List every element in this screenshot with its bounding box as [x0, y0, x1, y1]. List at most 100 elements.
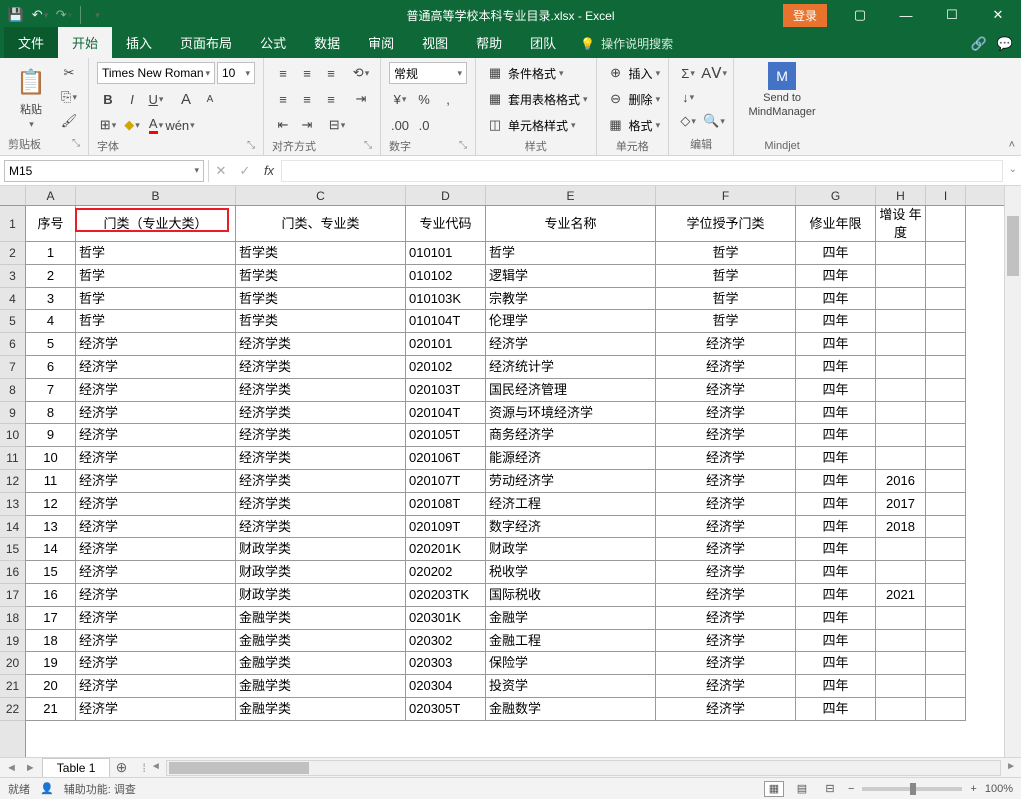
- cell[interactable]: 逻辑学: [486, 265, 656, 288]
- header-cell[interactable]: [926, 206, 966, 242]
- cell[interactable]: [876, 402, 926, 425]
- cell[interactable]: 经济学: [76, 356, 236, 379]
- cell[interactable]: [926, 447, 966, 470]
- cell[interactable]: 哲学类: [236, 242, 406, 265]
- cell[interactable]: 020305T: [406, 698, 486, 721]
- cell[interactable]: [926, 402, 966, 425]
- sort-filter-icon[interactable]: Aᐯ▾: [703, 62, 725, 84]
- name-box[interactable]: M15▾: [4, 160, 204, 182]
- row-header[interactable]: 6: [0, 333, 25, 356]
- cell[interactable]: 010104T: [406, 310, 486, 333]
- cell[interactable]: 4: [26, 310, 76, 333]
- cell[interactable]: [926, 516, 966, 539]
- cell[interactable]: 税收学: [486, 561, 656, 584]
- comma-icon[interactable]: ,: [437, 88, 459, 110]
- cell[interactable]: 6: [26, 356, 76, 379]
- cell[interactable]: 7: [26, 379, 76, 402]
- cell[interactable]: 四年: [796, 402, 876, 425]
- cell[interactable]: [876, 242, 926, 265]
- cell[interactable]: 经济学: [76, 630, 236, 653]
- cell[interactable]: 经济学: [656, 424, 796, 447]
- zoom-in-icon[interactable]: +: [970, 783, 976, 795]
- expand-formula-bar-icon[interactable]: ⌄: [1009, 164, 1017, 175]
- cell[interactable]: [876, 356, 926, 379]
- cell[interactable]: 宗教学: [486, 288, 656, 311]
- minimize-icon[interactable]: ―: [883, 0, 929, 30]
- cell[interactable]: 劳动经济学: [486, 470, 656, 493]
- cell[interactable]: [876, 652, 926, 675]
- cell[interactable]: 2017: [876, 493, 926, 516]
- cell[interactable]: 13: [26, 516, 76, 539]
- fx-icon[interactable]: fx: [257, 160, 281, 182]
- cell[interactable]: 哲学类: [236, 288, 406, 311]
- cell[interactable]: 经济学: [76, 493, 236, 516]
- cell[interactable]: 四年: [796, 493, 876, 516]
- cell[interactable]: 12: [26, 493, 76, 516]
- tab-insert[interactable]: 插入: [112, 27, 166, 58]
- sheet-nav-next-icon[interactable]: ►: [25, 762, 36, 774]
- cell[interactable]: 四年: [796, 538, 876, 561]
- cells-area[interactable]: 序号 门类（专业大类） 门类、专业类 专业代码 专业名称 学位授予门类 修业年限…: [26, 206, 1004, 757]
- cell[interactable]: 经济学: [656, 561, 796, 584]
- cell[interactable]: 经济学: [656, 698, 796, 721]
- login-button[interactable]: 登录: [783, 4, 827, 27]
- cell[interactable]: 四年: [796, 310, 876, 333]
- tab-review[interactable]: 审阅: [354, 27, 408, 58]
- row-header[interactable]: 12: [0, 470, 25, 493]
- cell[interactable]: 四年: [796, 652, 876, 675]
- cell[interactable]: 财政学类: [236, 538, 406, 561]
- row-header[interactable]: 15: [0, 538, 25, 561]
- col-header[interactable]: I: [926, 186, 966, 205]
- cell[interactable]: 保险学: [486, 652, 656, 675]
- cell[interactable]: 经济学类: [236, 424, 406, 447]
- view-page-break-icon[interactable]: ⊟: [820, 781, 840, 797]
- cell[interactable]: 17: [26, 607, 76, 630]
- tab-layout[interactable]: 页面布局: [166, 27, 246, 58]
- cell[interactable]: 金融学类: [236, 698, 406, 721]
- col-header[interactable]: C: [236, 186, 406, 205]
- cell[interactable]: 财政学类: [236, 561, 406, 584]
- cell[interactable]: 经济学: [656, 333, 796, 356]
- cut-icon[interactable]: ✂: [58, 62, 80, 84]
- paste-button[interactable]: 📋 粘贴 ▾: [8, 62, 54, 134]
- view-page-layout-icon[interactable]: ▤: [792, 781, 812, 797]
- underline-button[interactable]: U▾: [145, 88, 167, 110]
- cell[interactable]: 经济学: [76, 516, 236, 539]
- undo-icon[interactable]: ↶▾: [32, 7, 48, 23]
- cell[interactable]: 经济学: [656, 607, 796, 630]
- clear-icon[interactable]: ◇▾: [677, 110, 699, 132]
- header-cell[interactable]: 序号: [26, 206, 76, 242]
- row-header[interactable]: 16: [0, 561, 25, 584]
- header-cell[interactable]: 增设 年度: [876, 206, 926, 242]
- cell[interactable]: 哲学类: [236, 265, 406, 288]
- cell[interactable]: 010101: [406, 242, 486, 265]
- cell[interactable]: [876, 265, 926, 288]
- cell[interactable]: [926, 652, 966, 675]
- cell[interactable]: 020107T: [406, 470, 486, 493]
- cell[interactable]: 商务经济学: [486, 424, 656, 447]
- cell[interactable]: 经济学类: [236, 516, 406, 539]
- cell[interactable]: 经济学: [656, 493, 796, 516]
- sheet-tab[interactable]: Table 1: [42, 758, 111, 779]
- mindmanager-button[interactable]: M Send to MindManager: [742, 62, 822, 118]
- cell[interactable]: 哲学: [76, 310, 236, 333]
- cell[interactable]: 经济学: [656, 652, 796, 675]
- cell[interactable]: 020304: [406, 675, 486, 698]
- cell[interactable]: 四年: [796, 288, 876, 311]
- header-cell[interactable]: 专业名称: [486, 206, 656, 242]
- tell-me[interactable]: 💡操作说明搜索: [570, 29, 683, 58]
- bold-button[interactable]: B: [97, 88, 119, 110]
- cell[interactable]: 投资学: [486, 675, 656, 698]
- row-header[interactable]: 4: [0, 288, 25, 311]
- feedback-icon[interactable]: 💬: [995, 34, 1015, 54]
- cell[interactable]: 020301K: [406, 607, 486, 630]
- cell[interactable]: 经济学类: [236, 470, 406, 493]
- col-header[interactable]: E: [486, 186, 656, 205]
- cell[interactable]: 020303: [406, 652, 486, 675]
- inc-decimal-icon[interactable]: .00: [389, 114, 411, 136]
- cell[interactable]: 资源与环境经济学: [486, 402, 656, 425]
- row-header[interactable]: 1: [0, 206, 25, 242]
- tab-data[interactable]: 数据: [300, 27, 354, 58]
- italic-button[interactable]: I: [121, 88, 143, 110]
- align-launcher-icon[interactable]: ⤡: [364, 140, 372, 151]
